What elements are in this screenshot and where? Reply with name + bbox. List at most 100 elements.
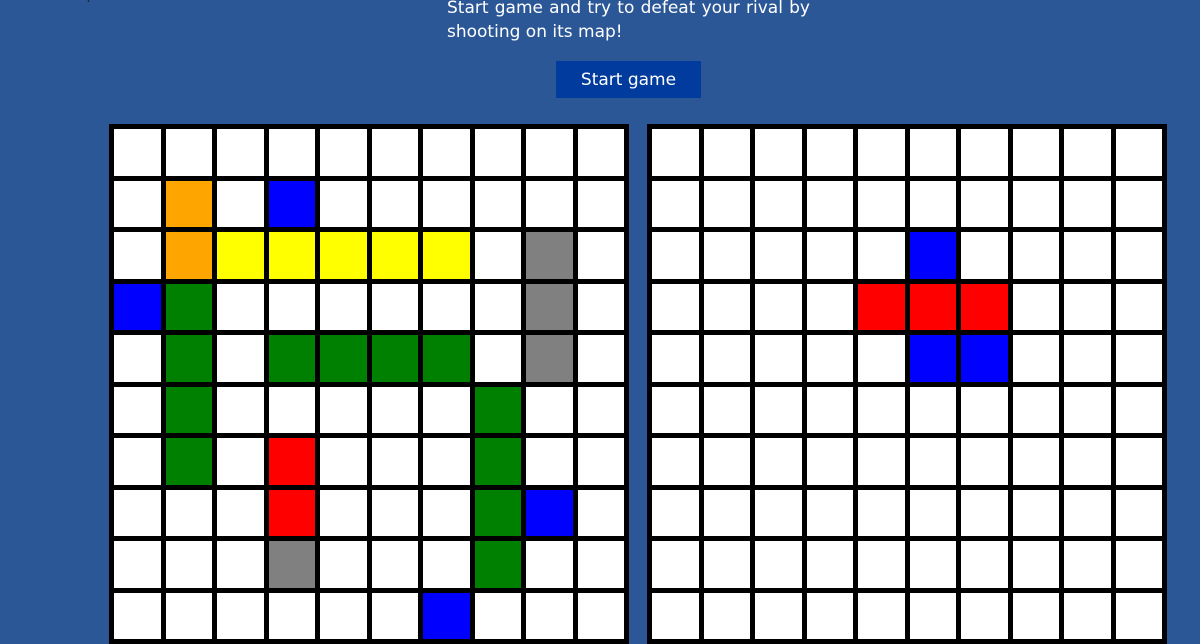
rival-cell-b8[interactable] xyxy=(1012,180,1059,227)
rival-cell-a7[interactable] xyxy=(961,129,1008,176)
rival-cell-h2[interactable] xyxy=(703,489,750,536)
rival-cell-d3[interactable] xyxy=(755,283,802,330)
rival-cell-e9[interactable] xyxy=(1064,335,1111,382)
rival-cell-g9[interactable] xyxy=(1064,438,1111,485)
rival-cell-e6[interactable] xyxy=(909,335,956,382)
rival-cell-b10[interactable] xyxy=(1115,180,1162,227)
rival-cell-c5[interactable] xyxy=(858,232,905,279)
rival-cell-f5[interactable] xyxy=(858,386,905,433)
rival-cell-j3[interactable] xyxy=(755,592,802,639)
rival-cell-f1[interactable] xyxy=(652,386,699,433)
rival-cell-g8[interactable] xyxy=(1012,438,1059,485)
rival-cell-h10[interactable] xyxy=(1115,489,1162,536)
rival-cell-h4[interactable] xyxy=(806,489,853,536)
rival-cell-i2[interactable] xyxy=(703,541,750,588)
rival-cell-i4[interactable] xyxy=(806,541,853,588)
rival-cell-d4[interactable] xyxy=(806,283,853,330)
rival-cell-e8[interactable] xyxy=(1012,335,1059,382)
rival-cell-c3[interactable] xyxy=(755,232,802,279)
rival-cell-c10[interactable] xyxy=(1115,232,1162,279)
rival-cell-g6[interactable] xyxy=(909,438,956,485)
rival-cell-g10[interactable] xyxy=(1115,438,1162,485)
rival-cell-f6[interactable] xyxy=(909,386,956,433)
rival-cell-d6[interactable] xyxy=(909,283,956,330)
rival-cell-j2[interactable] xyxy=(703,592,750,639)
rival-cell-f3[interactable] xyxy=(755,386,802,433)
rival-cell-g4[interactable] xyxy=(806,438,853,485)
rival-cell-g2[interactable] xyxy=(703,438,750,485)
rival-cell-f9[interactable] xyxy=(1064,386,1111,433)
rival-cell-h6[interactable] xyxy=(909,489,956,536)
rival-cell-j4[interactable] xyxy=(806,592,853,639)
rival-cell-f7[interactable] xyxy=(961,386,1008,433)
rival-cell-b4[interactable] xyxy=(806,180,853,227)
rival-cell-c1[interactable] xyxy=(652,232,699,279)
rival-cell-d9[interactable] xyxy=(1064,283,1111,330)
rival-cell-h1[interactable] xyxy=(652,489,699,536)
rival-cell-j6[interactable] xyxy=(909,592,956,639)
rival-cell-h8[interactable] xyxy=(1012,489,1059,536)
rival-cell-c4[interactable] xyxy=(806,232,853,279)
rival-cell-a2[interactable] xyxy=(703,129,750,176)
rival-cell-j5[interactable] xyxy=(858,592,905,639)
rival-cell-b9[interactable] xyxy=(1064,180,1111,227)
rival-cell-i8[interactable] xyxy=(1012,541,1059,588)
rival-cell-a6[interactable] xyxy=(909,129,956,176)
rival-cell-e1[interactable] xyxy=(652,335,699,382)
rival-cell-d2[interactable] xyxy=(703,283,750,330)
rival-cell-i5[interactable] xyxy=(858,541,905,588)
rival-cell-e4[interactable] xyxy=(806,335,853,382)
rival-cell-d5[interactable] xyxy=(858,283,905,330)
rival-cell-g3[interactable] xyxy=(755,438,802,485)
rival-cell-i7[interactable] xyxy=(961,541,1008,588)
rival-cell-h3[interactable] xyxy=(755,489,802,536)
rival-cell-e7[interactable] xyxy=(961,335,1008,382)
rival-cell-j10[interactable] xyxy=(1115,592,1162,639)
rival-cell-d8[interactable] xyxy=(1012,283,1059,330)
rival-cell-e5[interactable] xyxy=(858,335,905,382)
rival-cell-c8[interactable] xyxy=(1012,232,1059,279)
rival-cell-j7[interactable] xyxy=(961,592,1008,639)
rival-cell-b7[interactable] xyxy=(961,180,1008,227)
rival-cell-b6[interactable] xyxy=(909,180,956,227)
rival-cell-f4[interactable] xyxy=(806,386,853,433)
rival-cell-c6[interactable] xyxy=(909,232,956,279)
rival-cell-c7[interactable] xyxy=(961,232,1008,279)
rival-cell-i1[interactable] xyxy=(652,541,699,588)
rival-cell-e3[interactable] xyxy=(755,335,802,382)
rival-cell-h9[interactable] xyxy=(1064,489,1111,536)
rival-cell-d10[interactable] xyxy=(1115,283,1162,330)
rival-cell-a9[interactable] xyxy=(1064,129,1111,176)
rival-cell-b2[interactable] xyxy=(703,180,750,227)
rival-cell-b1[interactable] xyxy=(652,180,699,227)
rival-cell-a1[interactable] xyxy=(652,129,699,176)
rival-cell-h5[interactable] xyxy=(858,489,905,536)
rival-cell-j9[interactable] xyxy=(1064,592,1111,639)
rival-cell-j1[interactable] xyxy=(652,592,699,639)
rival-cell-g5[interactable] xyxy=(858,438,905,485)
rival-cell-b5[interactable] xyxy=(858,180,905,227)
rival-cell-g1[interactable] xyxy=(652,438,699,485)
rival-cell-a4[interactable] xyxy=(806,129,853,176)
rival-cell-d7[interactable] xyxy=(961,283,1008,330)
rival-cell-a3[interactable] xyxy=(755,129,802,176)
rival-cell-a5[interactable] xyxy=(858,129,905,176)
rival-cell-c2[interactable] xyxy=(703,232,750,279)
rival-cell-i9[interactable] xyxy=(1064,541,1111,588)
rival-cell-b3[interactable] xyxy=(755,180,802,227)
rival-cell-g7[interactable] xyxy=(961,438,1008,485)
rival-cell-i10[interactable] xyxy=(1115,541,1162,588)
rival-cell-f2[interactable] xyxy=(703,386,750,433)
rival-cell-e2[interactable] xyxy=(703,335,750,382)
rival-cell-a10[interactable] xyxy=(1115,129,1162,176)
rival-cell-c9[interactable] xyxy=(1064,232,1111,279)
rival-cell-j8[interactable] xyxy=(1012,592,1059,639)
rival-cell-d1[interactable] xyxy=(652,283,699,330)
rival-cell-i3[interactable] xyxy=(755,541,802,588)
start-game-button[interactable]: Start game xyxy=(556,61,701,98)
rival-cell-h7[interactable] xyxy=(961,489,1008,536)
rival-cell-i6[interactable] xyxy=(909,541,956,588)
rival-cell-a8[interactable] xyxy=(1012,129,1059,176)
rival-cell-e10[interactable] xyxy=(1115,335,1162,382)
rival-cell-f10[interactable] xyxy=(1115,386,1162,433)
